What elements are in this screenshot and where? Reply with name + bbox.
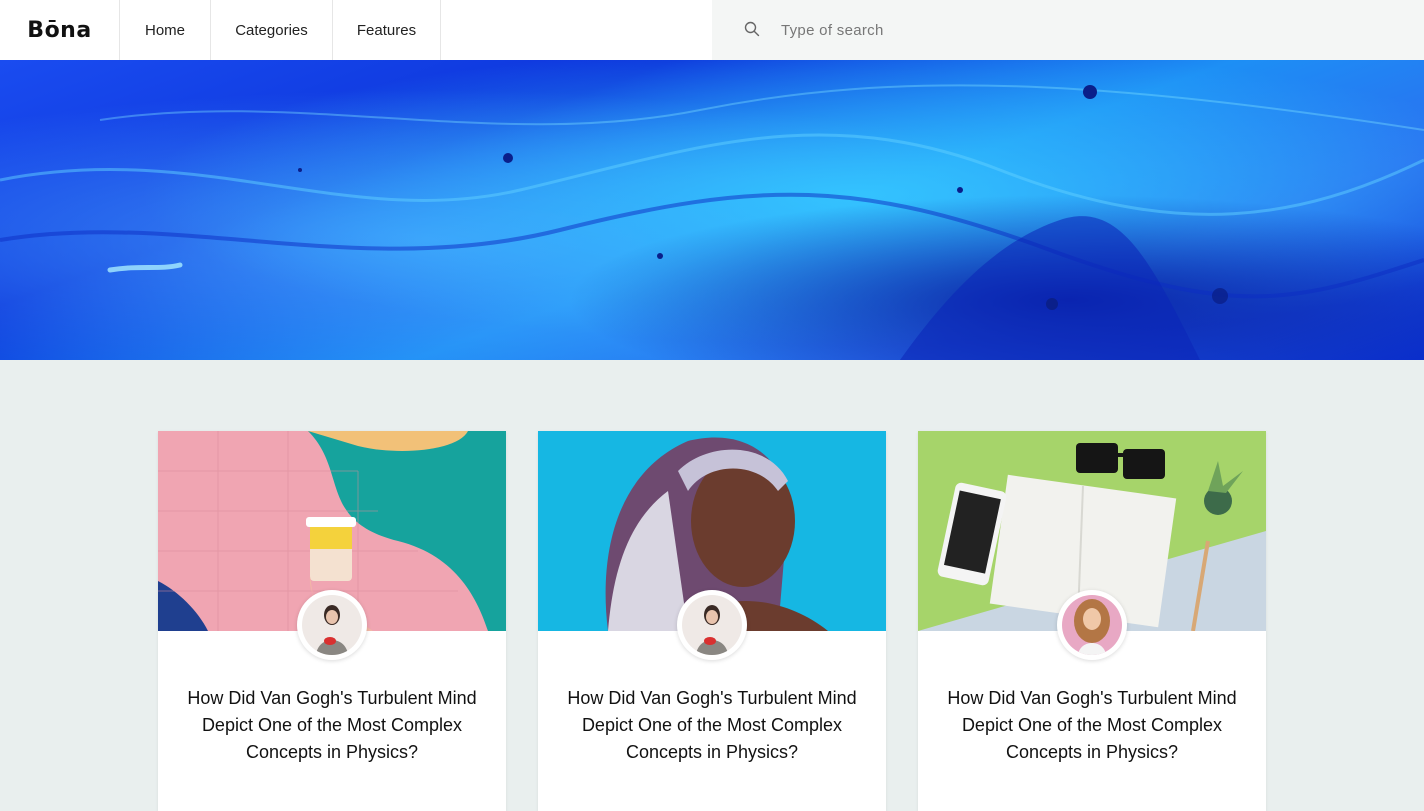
- card-title[interactable]: How Did Van Gogh's Turbulent Mind Depict…: [178, 685, 486, 766]
- article-card[interactable]: How Did Van Gogh's Turbulent Mind Depict…: [918, 431, 1266, 811]
- author-avatar[interactable]: [297, 590, 367, 660]
- hero-banner: [0, 60, 1424, 360]
- card-title[interactable]: How Did Van Gogh's Turbulent Mind Depict…: [938, 685, 1246, 766]
- author-avatar[interactable]: [1057, 590, 1127, 660]
- site-logo[interactable]: Bōna: [0, 0, 120, 60]
- search-icon[interactable]: [744, 21, 760, 37]
- main-nav: Home Categories Features: [120, 0, 441, 60]
- search-bar: [712, 0, 1424, 60]
- search-input[interactable]: [781, 18, 1181, 42]
- nav-categories[interactable]: Categories: [211, 0, 333, 60]
- hero-marble-image: [0, 60, 1424, 360]
- card-title[interactable]: How Did Van Gogh's Turbulent Mind Depict…: [558, 685, 866, 766]
- author-avatar[interactable]: [677, 590, 747, 660]
- article-card[interactable]: How Did Van Gogh's Turbulent Mind Depict…: [158, 431, 506, 811]
- nav-features[interactable]: Features: [333, 0, 441, 60]
- nav-home[interactable]: Home: [120, 0, 211, 60]
- article-card[interactable]: How Did Van Gogh's Turbulent Mind Depict…: [538, 431, 886, 811]
- site-header: Bōna Home Categories Features: [0, 0, 1424, 60]
